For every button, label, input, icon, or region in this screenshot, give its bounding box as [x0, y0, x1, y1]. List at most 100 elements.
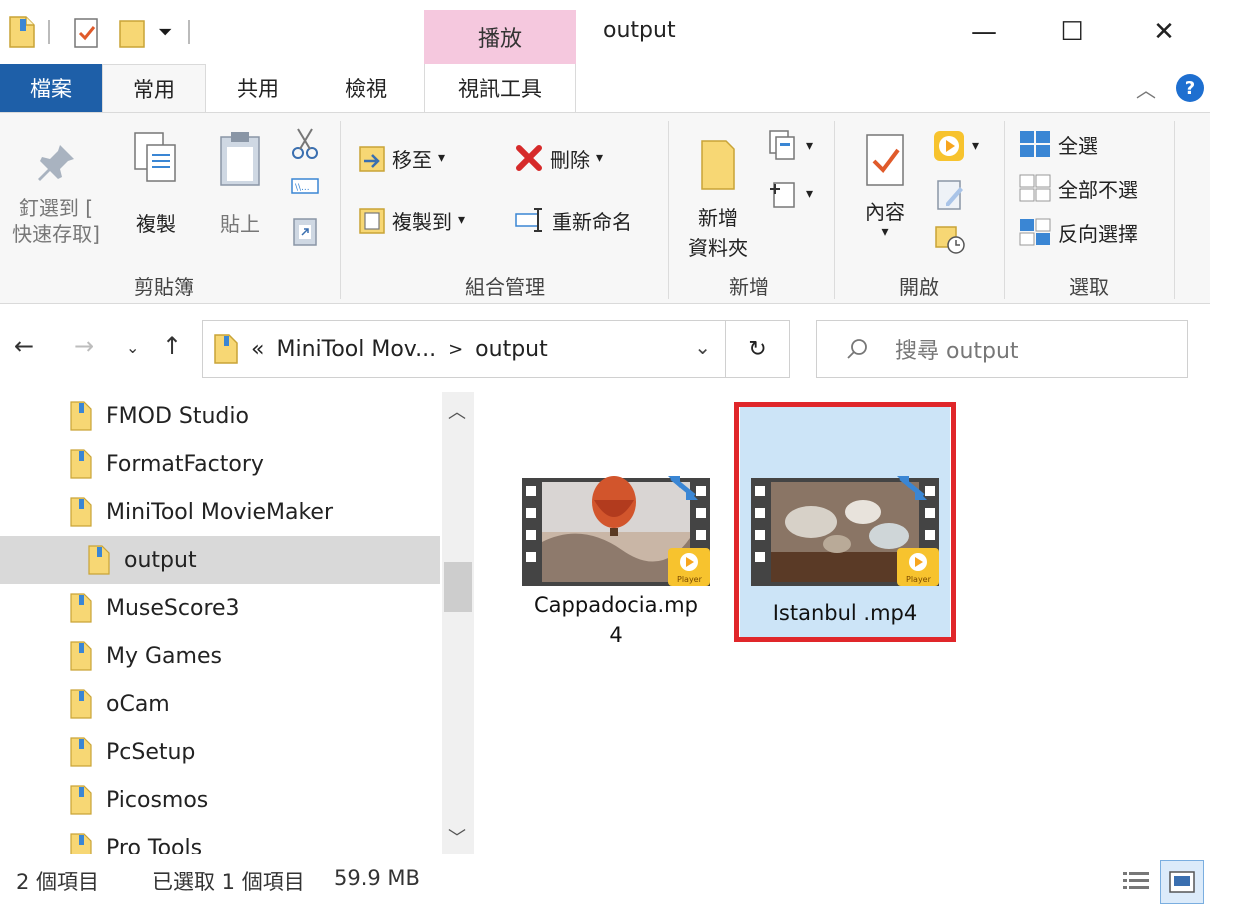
select-none-label: 全部不選: [1058, 177, 1138, 202]
breadcrumb-current[interactable]: output: [475, 337, 548, 362]
select-none-button[interactable]: 全部不選: [1018, 173, 1138, 203]
up-arrow-icon[interactable]: ↑: [162, 332, 182, 360]
edit-button[interactable]: [934, 177, 966, 211]
video-thumbnail-cappadocia: Player: [522, 476, 710, 586]
history-button[interactable]: [934, 221, 966, 255]
svg-text:\\...: \\...: [295, 183, 310, 193]
nav-pane-scrollbar[interactable]: ︿ ﹀: [442, 392, 474, 854]
new-item-button[interactable]: ▾: [766, 129, 813, 163]
copy-button[interactable]: 複製: [124, 129, 188, 239]
contextual-tab-play: 播放: [424, 10, 576, 64]
scroll-down-arrow-icon[interactable]: ﹀: [448, 824, 466, 850]
tree-item-label: FormatFactory: [106, 451, 264, 477]
folder-icon: [70, 449, 92, 479]
tree-item-label: output: [124, 547, 197, 573]
file-item-cappadocia[interactable]: Player Cappadocia.mp 4: [510, 472, 722, 650]
paste-button[interactable]: 貼上: [210, 129, 270, 239]
select-all-button[interactable]: 全選: [1018, 129, 1098, 159]
easy-access-icon: [770, 182, 795, 208]
tab-view[interactable]: 檢視: [318, 64, 414, 112]
select-all-label: 全選: [1058, 133, 1098, 158]
search-icon: [847, 339, 867, 359]
cut-button[interactable]: [290, 127, 320, 161]
tree-item-label: Pro Tools: [106, 835, 203, 855]
tree-item[interactable]: Picosmos: [0, 776, 440, 824]
tab-file[interactable]: 檔案: [0, 64, 102, 112]
new-item-icon: [769, 130, 795, 160]
tree-item[interactable]: FMOD Studio: [0, 392, 440, 440]
file-name-cappadocia-1: Cappadocia.mp: [534, 593, 698, 617]
minimize-button[interactable]: —: [964, 12, 1004, 52]
organize-group-label: 組合管理: [465, 275, 545, 299]
breadcrumb-separator-icon[interactable]: >: [448, 339, 463, 360]
maximize-button[interactable]: ☐: [1052, 12, 1092, 52]
rename-button[interactable]: 重新命名: [514, 205, 632, 235]
recent-locations-chevron-icon[interactable]: ⌄: [126, 338, 139, 357]
rename-icon: [515, 208, 542, 232]
paste-label: 貼上: [220, 212, 260, 236]
breadcrumb-overflow[interactable]: «: [251, 337, 264, 362]
tab-video-tools[interactable]: 視訊工具: [424, 64, 576, 112]
tree-item-label: MuseScore3: [106, 595, 240, 621]
copy-path-button[interactable]: \\...: [290, 175, 320, 199]
details-view-icon[interactable]: [1114, 860, 1158, 904]
close-button[interactable]: ✕: [1144, 12, 1184, 52]
paste-shortcut-button[interactable]: [290, 215, 320, 247]
tree-item[interactable]: PcSetup: [0, 728, 440, 776]
tab-home[interactable]: 常用: [102, 64, 206, 113]
new-folder-button[interactable]: 新增 資料夾: [676, 131, 760, 263]
open-group-label: 開啟: [899, 275, 939, 299]
select-all-icon: [1020, 131, 1050, 157]
qa-customize-icon[interactable]: ⏷: [158, 0, 172, 64]
scroll-up-arrow-icon[interactable]: ︿: [448, 398, 466, 424]
tree-item-label: Picosmos: [106, 787, 209, 813]
scroll-thumb[interactable]: [444, 562, 472, 612]
tree-item[interactable]: output: [0, 536, 440, 584]
new-folder-icon: [701, 140, 735, 190]
select-none-icon: [1019, 174, 1051, 202]
clipboard-group-label: 剪貼簿: [134, 275, 194, 299]
move-to-button[interactable]: 移至 ▾: [358, 143, 445, 173]
pin-label-2: 快速存取]: [12, 222, 100, 246]
item-count: 2 個項目: [16, 870, 100, 894]
tree-item[interactable]: My Games: [0, 632, 440, 680]
invert-selection-button[interactable]: 反向選擇: [1018, 217, 1138, 247]
delete-button[interactable]: 刪除 ▾: [514, 143, 603, 173]
tree-item[interactable]: oCam: [0, 680, 440, 728]
open-play-icon: [934, 131, 964, 161]
easy-access-button[interactable]: ▾: [766, 177, 813, 211]
copy-to-button[interactable]: 複製到 ▾: [358, 205, 465, 235]
large-icons-view-icon[interactable]: [1160, 860, 1204, 904]
tree-item-label: oCam: [106, 691, 170, 717]
address-dropdown-chevron-icon[interactable]: ⌄: [694, 335, 711, 359]
tree-item[interactable]: MiniTool MovieMaker: [0, 488, 440, 536]
qa-folder-icon[interactable]: [8, 0, 36, 64]
folder-icon: [70, 593, 92, 623]
open-button[interactable]: ▾: [932, 129, 979, 163]
back-arrow-icon[interactable]: ←: [14, 332, 34, 360]
search-input[interactable]: 搜尋 output: [816, 320, 1188, 378]
tab-share[interactable]: 共用: [210, 64, 306, 112]
folder-icon: [70, 689, 92, 719]
qa-new-folder-icon[interactable]: [118, 0, 148, 64]
refresh-icon[interactable]: ↻: [725, 321, 789, 377]
tree-item[interactable]: FormatFactory: [0, 440, 440, 488]
address-bar[interactable]: « MiniTool Mov... > output ⌄ ↻: [202, 320, 790, 378]
folder-icon: [88, 545, 110, 575]
new-group-label: 新增: [729, 275, 769, 299]
tree-item[interactable]: Pro Tools: [0, 824, 440, 854]
properties-icon: [866, 134, 904, 186]
history-icon: [935, 226, 965, 254]
ribbon-tabs: 檔案 常用 共用 檢視 視訊工具 ︿ ?: [0, 64, 1240, 113]
collapse-ribbon-icon[interactable]: ︿: [1136, 74, 1156, 103]
tree-item[interactable]: MuseScore3: [0, 584, 440, 632]
qa-properties-icon[interactable]: [72, 0, 102, 64]
forward-arrow-icon[interactable]: →: [74, 332, 94, 360]
help-icon[interactable]: ?: [1176, 74, 1204, 102]
properties-button[interactable]: 內容 ▾: [850, 131, 920, 239]
delete-label: 刪除: [550, 147, 590, 172]
breadcrumb-parent[interactable]: MiniTool Mov...: [276, 337, 436, 362]
invert-selection-label: 反向選擇: [1058, 221, 1138, 246]
paste-shortcut-icon: [293, 218, 317, 246]
pin-to-quick-access-button[interactable]: 釘選到 [ 快速存取]: [6, 141, 106, 249]
